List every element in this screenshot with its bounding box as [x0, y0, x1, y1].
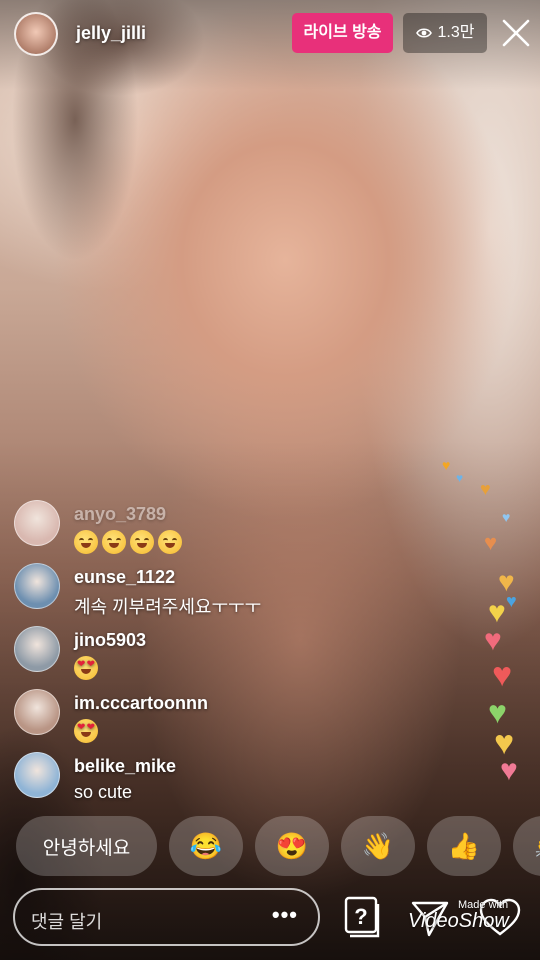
more-options-icon[interactable]: ••• — [272, 902, 298, 928]
quick-reply-bar: 안녕하세요 😂 😍 👋 👍 👏 — [16, 816, 540, 876]
live-header: jelly_jilli 라이브 방송 1.3만 — [0, 0, 540, 70]
heart-icon: ♥ — [492, 656, 513, 694]
heart-icon: ♥ — [484, 624, 502, 657]
watermark: Made with VideoShow — [408, 899, 509, 933]
watermark-made-with: Made with — [458, 899, 509, 911]
smiling-emoji-icon — [102, 530, 126, 554]
heart-icon: ♥ — [442, 457, 451, 473]
viewer-count: 1.3만 — [437, 24, 475, 41]
broadcaster-username[interactable]: jelly_jilli — [76, 23, 146, 44]
quick-reply-laugh[interactable]: 😂 — [169, 816, 243, 876]
heart-eyes-emoji-icon — [74, 656, 98, 680]
commenter-avatar[interactable] — [14, 626, 60, 672]
commenter-username[interactable]: jino5903 — [74, 630, 146, 651]
quick-reply-heart-eyes[interactable]: 😍 — [255, 816, 329, 876]
commenter-avatar[interactable] — [14, 563, 60, 609]
commenter-username[interactable]: belike_mike — [74, 756, 176, 777]
comment-text: 계속 끼부려주세요ㅜㅜㅜ — [74, 597, 262, 617]
comment-emoji-row — [74, 530, 182, 554]
heart-icon: ♥ — [456, 471, 464, 485]
question-icon[interactable]: ? — [342, 896, 382, 938]
smiling-emoji-icon — [74, 530, 98, 554]
comment-text — [74, 656, 98, 680]
commenter-username[interactable]: anyo_3789 — [74, 504, 166, 525]
comment-feed[interactable]: anyo_3789 eunse_1122 계속 끼부려주세요ㅜㅜㅜ jino5903 i… — [14, 495, 334, 810]
comment-emoji-row — [74, 719, 98, 743]
comment-row: anyo_3789 — [14, 495, 334, 558]
close-icon[interactable] — [500, 17, 532, 49]
comment-row: jino5903 — [14, 621, 334, 684]
smiling-emoji-icon — [158, 530, 182, 554]
comment-row: belike_mikeso cute — [14, 747, 334, 810]
heart-icon: ♥ — [500, 754, 518, 787]
eye-icon — [415, 28, 432, 38]
heart-icon: ♥ — [480, 479, 491, 499]
commenter-username[interactable]: im.cccartoonnn — [74, 693, 208, 714]
svg-text:?: ? — [354, 904, 367, 929]
watermark-brand: VideoShow — [408, 910, 509, 932]
commenter-avatar[interactable] — [14, 689, 60, 735]
quick-reply-greeting[interactable]: 안녕하세요 — [16, 816, 157, 876]
live-badge: 라이브 방송 — [292, 13, 393, 53]
comment-emoji-row — [74, 656, 98, 680]
broadcaster-avatar[interactable] — [14, 12, 58, 56]
comment-text — [74, 530, 182, 554]
comment-row: eunse_1122 계속 끼부려주세요ㅜㅜㅜ — [14, 558, 334, 621]
commenter-username[interactable]: eunse_1122 — [74, 567, 175, 588]
smiling-emoji-icon — [130, 530, 154, 554]
heart-icon: ♥ — [502, 509, 511, 525]
comment-placeholder: 댓글 달기 — [31, 912, 103, 932]
comment-row: im.cccartoonnn — [14, 684, 334, 747]
comment-text: so cute — [74, 782, 133, 802]
comment-input[interactable]: 댓글 달기 ••• — [13, 888, 320, 946]
quick-reply-clap[interactable]: 👏 — [513, 816, 540, 876]
commenter-avatar[interactable] — [14, 500, 60, 546]
heart-eyes-emoji-icon — [74, 719, 98, 743]
heart-icon: ♥ — [484, 530, 498, 555]
quick-reply-wave[interactable]: 👋 — [341, 816, 415, 876]
comment-text — [74, 719, 98, 743]
floating-hearts: ♥ ♥ ♥ ♥ ♥ ♥ ♥ ♥ ♥ ♥ ♥ ♥ ♥ — [440, 400, 540, 800]
quick-reply-thumbs-up[interactable]: 👍 — [427, 816, 501, 876]
commenter-avatar[interactable] — [14, 752, 60, 798]
viewer-count-badge[interactable]: 1.3만 — [403, 13, 487, 53]
heart-icon: ♥ — [506, 591, 517, 611]
